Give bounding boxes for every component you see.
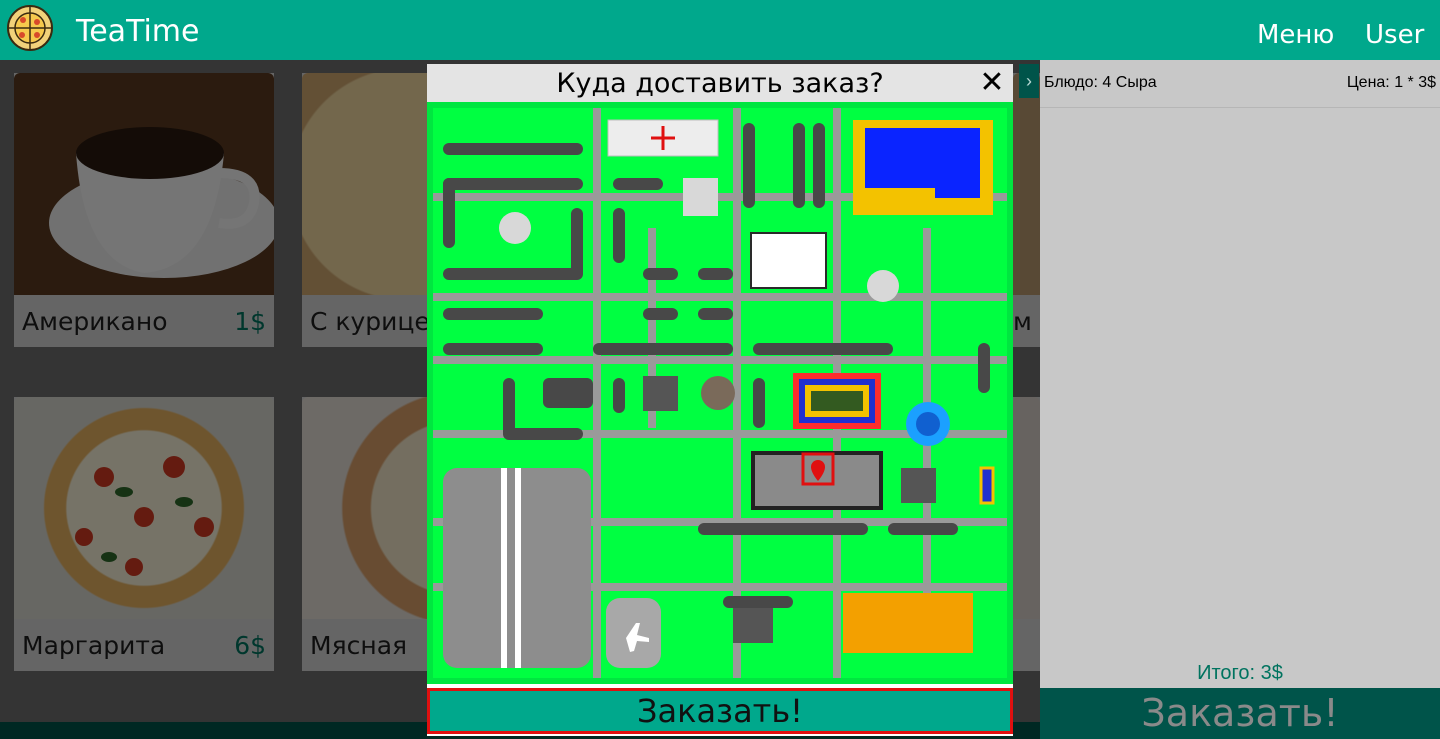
coffee-image [14,73,274,295]
product-card[interactable]: Американо 1$ [14,73,274,347]
top-header: TeaTime Меню User [0,0,1440,60]
product-price: 1$ [234,307,266,336]
pizza-image [1013,73,1040,295]
product-name: Маргарита [22,631,166,660]
product-name: м [1013,307,1032,336]
pizza-image [1013,397,1040,619]
cart-item: Блюдо: 4 Сыра Цена: 1 * 3$ [1040,60,1440,108]
nav-menu-link[interactable]: Меню [1257,20,1334,50]
cart-panel: Блюдо: 4 Сыра Цена: 1 * 3$ Итого: 3$ Зак… [1040,60,1440,739]
product-card-partial[interactable] [1013,397,1040,671]
brand-title[interactable]: TeaTime [76,14,200,49]
pizza-logo-icon[interactable] [6,4,54,52]
product-card[interactable]: Маргарита 6$ [14,397,274,671]
chevron-right-icon[interactable]: › [1019,64,1039,98]
modal-title: Куда доставить заказ? [556,68,884,99]
delivery-modal: Куда доставить заказ? ✕ Заказать! [427,64,1013,736]
delivery-map[interactable] [427,102,1013,684]
close-icon[interactable]: ✕ [977,68,1007,98]
product-card-partial[interactable]: м [1013,73,1040,347]
cart-dish-price: Цена: 1 * 3$ [1346,74,1436,91]
product-price: 6$ [234,631,266,660]
cart-dish-name: Блюдо: 4 Сыра [1044,74,1157,91]
cart-order-button[interactable]: Заказать! [1040,688,1440,739]
modal-order-button[interactable]: Заказать! [427,688,1013,734]
cart-total: Итого: 3$ [1197,662,1283,684]
city-map[interactable] [433,108,1007,678]
product-name: Мясная [310,631,408,660]
product-name: Американо [22,307,168,336]
modal-header: Куда доставить заказ? ✕ [427,64,1013,102]
margherita-image [14,397,274,619]
product-name: С курицей [310,307,447,336]
nav-user-link[interactable]: User [1365,20,1424,50]
